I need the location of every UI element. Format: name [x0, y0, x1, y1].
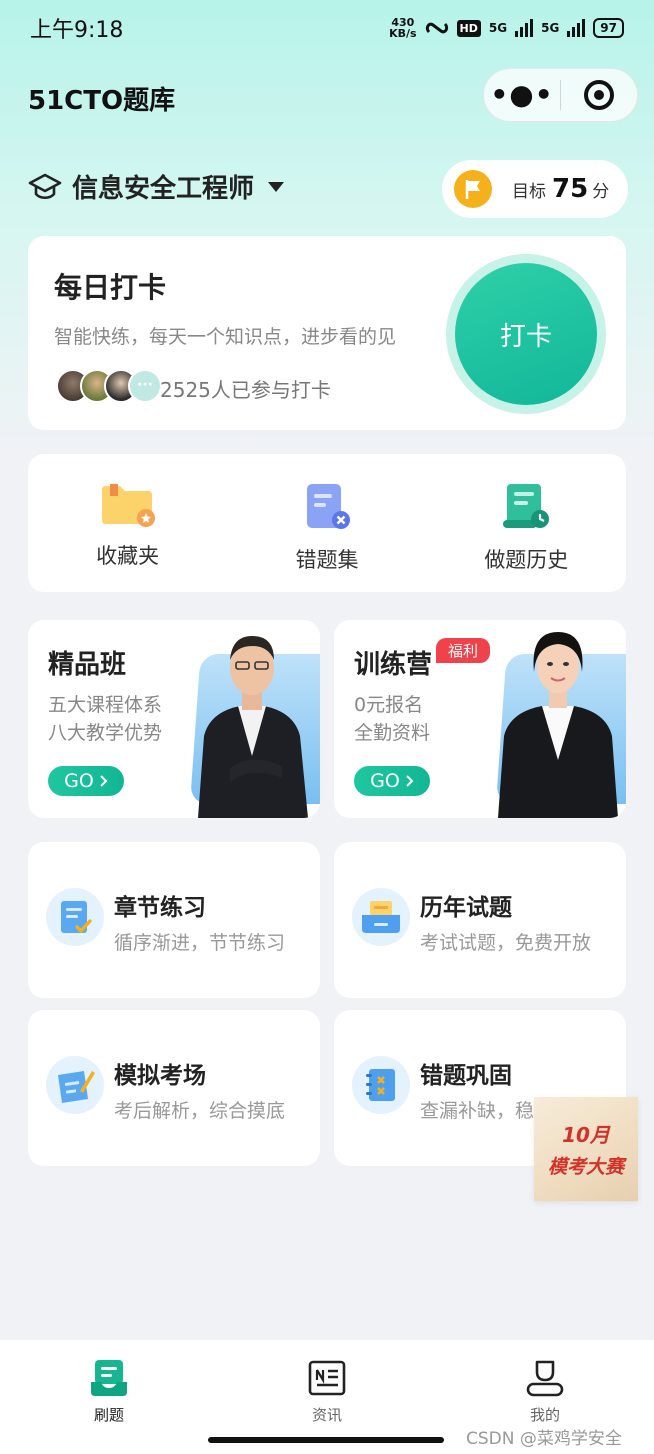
- checkin-button-ring: 打卡: [446, 254, 606, 414]
- teacher-photo: [198, 636, 308, 818]
- go-button[interactable]: GO: [354, 766, 430, 796]
- goal-label: 目标: [512, 181, 546, 202]
- target-icon: [583, 80, 614, 110]
- profile-icon: [526, 1360, 564, 1397]
- status-bar: 上午9:18 430 KB/s HD 5G 5G 97: [0, 0, 654, 56]
- feature-title: 历年试题: [420, 895, 512, 921]
- network-type-1: 5G: [488, 21, 508, 35]
- daily-checkin-card: 每日打卡 智能快练，每天一个知识点，进步看的见 ··· 2525人已参与打卡 打…: [28, 236, 626, 430]
- wrong-doc-icon: [306, 484, 350, 529]
- exam-selector[interactable]: 信息安全工程师: [28, 168, 285, 205]
- network-speed: 430 KB/s: [389, 17, 416, 39]
- feature-description: 考后解析，综合摸底: [114, 1100, 286, 1122]
- status-icons: 430 KB/s HD 5G 5G 97: [389, 17, 624, 39]
- app-title: 51CTO题库: [28, 86, 176, 116]
- tool-favorites[interactable]: 收藏夹: [28, 454, 227, 592]
- feature-title: 模拟考场: [114, 1063, 206, 1089]
- exam-name: 信息安全工程师: [72, 174, 255, 204]
- close-mini-program-button[interactable]: [561, 80, 637, 110]
- tab-practice[interactable]: 刷题: [0, 1340, 218, 1454]
- chevron-down-icon: [268, 181, 285, 192]
- goal-score: 75: [552, 174, 589, 204]
- battery-icon: 97: [593, 18, 624, 38]
- more-avatars-icon: ···: [128, 369, 162, 403]
- csdn-watermark: CSDN @菜鸡学安全: [466, 1429, 622, 1449]
- status-time: 上午9:18: [30, 18, 124, 43]
- promo-line-1: 五大课程体系: [48, 694, 163, 716]
- go-button[interactable]: GO: [48, 766, 124, 796]
- signal-icon-1: [515, 19, 534, 37]
- tool-wrong-questions[interactable]: 错题集: [227, 454, 426, 592]
- tool-label: 收藏夹: [96, 544, 160, 568]
- go-label: GO: [370, 770, 400, 792]
- checkin-button[interactable]: 打卡: [455, 263, 597, 405]
- tool-history[interactable]: 做题历史: [427, 454, 626, 592]
- practice-tray-icon: [91, 1360, 127, 1396]
- feature-description: 考试试题，免费开放: [420, 932, 592, 954]
- graduation-cap-icon: [28, 173, 62, 199]
- promo-line-2: 八大教学优势: [48, 722, 163, 744]
- feature-title: 错题巩固: [420, 1063, 512, 1089]
- chapter-icon: [46, 888, 104, 946]
- history-scroll-icon: [503, 484, 550, 528]
- mock-contest-float-banner[interactable]: 10月 模考大赛: [534, 1097, 638, 1201]
- past-papers-card[interactable]: 历年试题 考试试题，免费开放: [334, 842, 626, 998]
- wrong-review-icon: [352, 1056, 410, 1114]
- tab-label: 刷题: [93, 1406, 124, 1424]
- news-icon: [308, 1360, 346, 1396]
- mock-exam-icon: [46, 1056, 104, 1114]
- signal-icon-2: [567, 19, 586, 37]
- promo-title: 训练营: [354, 650, 433, 680]
- folder-star-icon: [101, 484, 155, 527]
- hd-voice-icon: HD: [456, 19, 481, 37]
- mini-program-capsule: •●•: [483, 68, 638, 122]
- ad-line-2: 模考大赛: [547, 1156, 624, 1178]
- network-type-2: 5G: [541, 21, 560, 35]
- past-papers-icon: [352, 888, 410, 946]
- chapter-practice-card[interactable]: 章节练习 循序渐进，节节练习: [28, 842, 320, 998]
- promo-line-2: 全勤资料: [354, 722, 431, 744]
- feature-title: 章节练习: [114, 895, 206, 921]
- training-camp-card[interactable]: 训练营 福利 0元报名 全勤资料 GO: [334, 620, 626, 818]
- network-speed-unit: KB/s: [389, 27, 417, 40]
- premium-class-card[interactable]: 精品班 五大课程体系 八大教学优势 GO: [28, 620, 320, 818]
- ad-line-1: 10月: [562, 1123, 610, 1147]
- chevron-right-icon: [406, 775, 414, 787]
- tool-label: 做题历史: [484, 548, 569, 572]
- goal-unit: 分: [592, 181, 610, 202]
- chevron-right-icon: [100, 775, 108, 787]
- tool-label: 错题集: [295, 548, 359, 572]
- app-bar: 51CTO题库 •●•: [0, 68, 654, 124]
- goal-score-button[interactable]: 目标 75 分: [442, 160, 628, 218]
- feature-description: 查漏补缺，稳: [420, 1100, 535, 1122]
- feature-description: 循序渐进，节节练习: [114, 932, 286, 954]
- hotspot-icon: [425, 22, 448, 34]
- promo-line-1: 0元报名: [354, 694, 424, 716]
- tab-label: 资讯: [311, 1406, 342, 1424]
- participant-avatars: ···: [56, 369, 162, 403]
- welfare-badge: 福利: [436, 638, 491, 663]
- checkin-participant-count: 2525人已参与打卡: [160, 378, 331, 402]
- tab-label: 我的: [529, 1406, 560, 1424]
- more-menu-button[interactable]: •●•: [484, 81, 560, 109]
- flag-icon: [454, 170, 492, 208]
- more-dots-icon: •●•: [490, 78, 554, 111]
- teacher-photo: [498, 632, 618, 818]
- mock-exam-card[interactable]: 模拟考场 考后解析，综合摸底: [28, 1010, 320, 1166]
- go-label: GO: [64, 770, 94, 792]
- checkin-description: 智能快练，每天一个知识点，进步看的见: [54, 326, 397, 348]
- promo-title: 精品班: [48, 650, 127, 680]
- checkin-title: 每日打卡: [54, 271, 167, 304]
- home-indicator[interactable]: [208, 1437, 444, 1443]
- tools-card: 收藏夹 错题集 做题历史: [28, 454, 626, 592]
